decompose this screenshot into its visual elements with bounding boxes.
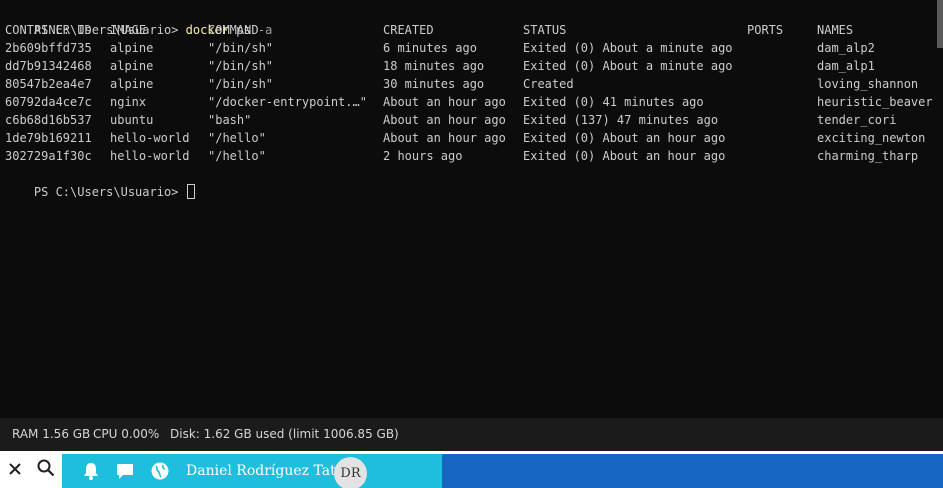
table-row: c6b68d16b537 ubuntu "bash" About an hour ag… — [5, 111, 935, 129]
header-image: IMAGE — [110, 23, 147, 37]
cell-image: alpine — [110, 41, 154, 55]
close-icon — [8, 460, 21, 479]
header-ports: PORTS — [747, 23, 784, 37]
table-row: 60792da4ce7c nginx "/docker-entrypoint.…" A… — [5, 93, 935, 111]
cell-status: Exited (0) About a minute ago — [523, 41, 733, 55]
cell-image: hello-world — [110, 149, 190, 163]
cell-container-id: 60792da4ce7c — [5, 95, 92, 109]
cell-image: alpine — [110, 59, 154, 73]
header-command: COMMAND — [208, 23, 259, 37]
cell-container-id: dd7b91342468 — [5, 59, 92, 73]
status-bar: RAM 1.56 GB CPU 0.00% Disk: 1.62 GB used… — [0, 418, 943, 451]
table-header: CONTAINER ID IMAGE COMMAND CREATED STATU… — [5, 21, 935, 39]
header-container-id: CONTAINER ID — [5, 23, 92, 37]
header-names: NAMES — [817, 23, 854, 37]
cell-created: 2 hours ago — [383, 149, 463, 163]
table-row: 302729a1f30c hello-world "/hello" 2 hours a… — [5, 147, 935, 165]
cell-names: charming_tharp — [817, 149, 919, 163]
prompt: PS C:\Users\Usuario> — [33, 185, 179, 199]
avatar[interactable]: DR — [334, 457, 367, 488]
cell-image: hello-world — [110, 131, 190, 145]
cell-command: "/hello" — [208, 131, 266, 145]
cell-created: About an hour ago — [383, 113, 506, 127]
cell-container-id: 2b609bffd735 — [5, 41, 92, 55]
scrollbar-thumb[interactable] — [937, 0, 943, 48]
disk-usage: Disk: 1.62 GB used (limit 1006.85 GB) — [170, 427, 399, 441]
user-name: Daniel Rodríguez Tato — [186, 463, 345, 479]
cell-created: About an hour ago — [383, 95, 506, 109]
cell-status: Exited (0) About an hour ago — [523, 131, 726, 145]
bell-icon[interactable] — [81, 461, 101, 481]
cpu-usage: CPU 0.00% — [93, 427, 160, 441]
table-row: 1de79b169211 hello-world "/hello" About an … — [5, 129, 935, 147]
chat-icon[interactable] — [115, 461, 135, 481]
cell-status: Exited (137) 47 minutes ago — [523, 113, 719, 127]
ram-usage: RAM 1.56 GB — [12, 427, 91, 441]
table-row: 2b609bffd735 alpine "/bin/sh" 6 minutes ago… — [5, 39, 935, 57]
taskbar: Daniel Rodríguez Tato DR — [0, 451, 943, 488]
cell-command: "/hello" — [208, 149, 266, 163]
close-button[interactable] — [0, 451, 29, 488]
cell-created: About an hour ago — [383, 131, 506, 145]
taskbar-blue-section — [442, 454, 882, 488]
cell-names: exciting_newton — [817, 131, 926, 145]
search-button[interactable] — [29, 451, 62, 488]
cell-status: Created — [523, 77, 574, 91]
cell-names: tender_cori — [817, 113, 897, 127]
cell-created: 6 minutes ago — [383, 41, 477, 55]
scrollbar[interactable] — [937, 0, 943, 418]
command-line: PS C:\Users\Usuario> docker ps -a — [5, 3, 272, 37]
final-prompt-line[interactable]: PS C:\Users\Usuario> — [5, 165, 195, 199]
cell-command: "/bin/sh" — [208, 41, 274, 55]
cell-container-id: 1de79b169211 — [5, 131, 92, 145]
header-status: STATUS — [523, 23, 567, 37]
cell-command: "/bin/sh" — [208, 77, 274, 91]
cell-status: Exited (0) About a minute ago — [523, 59, 733, 73]
cell-names: dam_alp2 — [817, 41, 875, 55]
terminal-window[interactable]: PS C:\Users\Usuario> docker ps -a CONTAI… — [0, 0, 943, 418]
search-icon — [37, 459, 55, 481]
globe-icon[interactable] — [150, 461, 170, 481]
text-cursor — [186, 184, 195, 199]
user-strip[interactable]: Daniel Rodríguez Tato DR — [62, 454, 882, 488]
taskbar-right-section — [882, 454, 943, 488]
cell-image: ubuntu — [110, 113, 154, 127]
cell-command: "/docker-entrypoint.…" — [208, 95, 367, 109]
table-row: dd7b91342468 alpine "/bin/sh" 18 minutes ag… — [5, 57, 935, 75]
cell-command: "bash" — [208, 113, 252, 127]
cell-created: 30 minutes ago — [383, 77, 485, 91]
cell-created: 18 minutes ago — [383, 59, 485, 73]
cell-image: nginx — [110, 95, 147, 109]
cell-image: alpine — [110, 77, 154, 91]
cell-container-id: 302729a1f30c — [5, 149, 92, 163]
cell-status: Exited (0) About an hour ago — [523, 149, 726, 163]
header-created: CREATED — [383, 23, 434, 37]
cell-status: Exited (0) 41 minutes ago — [523, 95, 704, 109]
table-row: 80547b2ea4e7 alpine "/bin/sh" 30 minutes ag… — [5, 75, 935, 93]
cell-container-id: 80547b2ea4e7 — [5, 77, 92, 91]
cell-names: heuristic_beaver — [817, 95, 933, 109]
cell-container-id: c6b68d16b537 — [5, 113, 92, 127]
cell-names: loving_shannon — [817, 77, 919, 91]
cell-names: dam_alp1 — [817, 59, 875, 73]
cell-command: "/bin/sh" — [208, 59, 274, 73]
